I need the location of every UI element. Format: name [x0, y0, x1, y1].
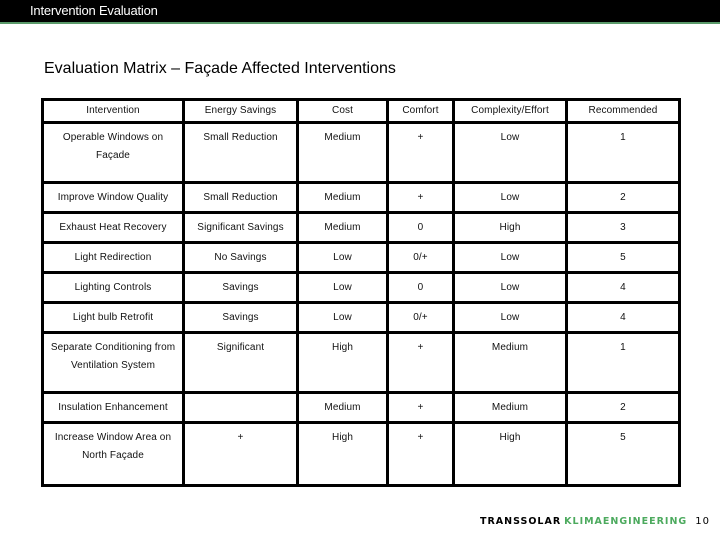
cell-cost: Low — [296, 301, 389, 334]
table-row: Improve Window Quality Small Reduction M… — [41, 181, 681, 214]
column-header-energy-savings: Energy Savings — [182, 98, 299, 124]
cell-cost: Medium — [296, 211, 389, 244]
cell-comfort: + — [386, 331, 455, 394]
cell-intervention: Improve Window Quality — [41, 181, 185, 214]
cell-intervention: Operable Windows on Façade — [41, 121, 185, 184]
cell-recommended: 5 — [565, 421, 681, 487]
cell-complexity: Medium — [452, 331, 568, 394]
cell-cost: Low — [296, 241, 389, 274]
cell-recommended: 2 — [565, 181, 681, 214]
cell-comfort: + — [386, 121, 455, 184]
cell-intervention: Light bulb Retrofit — [41, 301, 185, 334]
cell-energy-savings: Savings — [182, 301, 299, 334]
cell-cost: Medium — [296, 121, 389, 184]
cell-recommended: 3 — [565, 211, 681, 244]
header-title: Intervention Evaluation — [30, 3, 158, 18]
cell-comfort: + — [386, 391, 455, 424]
cell-complexity: Medium — [452, 391, 568, 424]
footer: TRANSSOLAR KLIMAENGINEERING 10 — [480, 516, 710, 527]
cell-energy-savings: Significant Savings — [182, 211, 299, 244]
cell-energy-savings: Savings — [182, 271, 299, 304]
cell-intervention: Insulation Enhancement — [41, 391, 185, 424]
cell-cost: High — [296, 421, 389, 487]
cell-comfort: 0 — [386, 211, 455, 244]
cell-complexity: Low — [452, 181, 568, 214]
cell-energy-savings: Significant — [182, 331, 299, 394]
cell-energy-savings: Small Reduction — [182, 121, 299, 184]
cell-intervention: Lighting Controls — [41, 271, 185, 304]
cell-energy-savings — [182, 391, 299, 424]
cell-comfort: + — [386, 181, 455, 214]
table-row: Exhaust Heat Recovery Significant Saving… — [41, 211, 681, 244]
cell-comfort: 0 — [386, 271, 455, 304]
cell-complexity: Low — [452, 271, 568, 304]
table-row: Insulation Enhancement Medium + Medium 2 — [41, 391, 681, 424]
table-row: Increase Window Area on North Façade + H… — [41, 421, 681, 487]
cell-cost: Medium — [296, 391, 389, 424]
table-row: Light Redirection No Savings Low 0/+ Low… — [41, 241, 681, 274]
brand-name-primary: TRANSSOLAR — [480, 516, 562, 527]
cell-recommended: 1 — [565, 331, 681, 394]
table-row: Lighting Controls Savings Low 0 Low 4 — [41, 271, 681, 304]
table-row: Operable Windows on Façade Small Reducti… — [41, 121, 681, 184]
evaluation-matrix-table: Intervention Energy Savings Cost Comfort… — [41, 98, 681, 487]
cell-intervention: Separate Conditioning from Ventilation S… — [41, 331, 185, 394]
cell-comfort: 0/+ — [386, 301, 455, 334]
cell-recommended: 4 — [565, 271, 681, 304]
cell-recommended: 4 — [565, 301, 681, 334]
table-row: Light bulb Retrofit Savings Low 0/+ Low … — [41, 301, 681, 334]
cell-complexity: High — [452, 211, 568, 244]
table-row: Separate Conditioning from Ventilation S… — [41, 331, 681, 394]
cell-complexity: High — [452, 421, 568, 487]
cell-intervention: Light Redirection — [41, 241, 185, 274]
cell-cost: High — [296, 331, 389, 394]
column-header-recommended: Recommended — [565, 98, 681, 124]
column-header-intervention: Intervention — [41, 98, 185, 124]
column-header-comfort: Comfort — [386, 98, 455, 124]
cell-complexity: Low — [452, 121, 568, 184]
column-header-complexity: Complexity/Effort — [452, 98, 568, 124]
cell-recommended: 1 — [565, 121, 681, 184]
cell-complexity: Low — [452, 301, 568, 334]
cell-energy-savings: No Savings — [182, 241, 299, 274]
page-title: Evaluation Matrix – Façade Affected Inte… — [44, 60, 396, 77]
cell-comfort: 0/+ — [386, 241, 455, 274]
brand-name-secondary: KLIMAENGINEERING — [564, 516, 688, 527]
cell-recommended: 2 — [565, 391, 681, 424]
cell-cost: Low — [296, 271, 389, 304]
cell-intervention: Increase Window Area on North Façade — [41, 421, 185, 487]
cell-complexity: Low — [452, 241, 568, 274]
page-number: 10 — [695, 516, 710, 527]
column-header-cost: Cost — [296, 98, 389, 124]
cell-energy-savings: + — [182, 421, 299, 487]
cell-recommended: 5 — [565, 241, 681, 274]
cell-intervention: Exhaust Heat Recovery — [41, 211, 185, 244]
cell-comfort: + — [386, 421, 455, 487]
header-bar: Intervention Evaluation — [0, 0, 720, 24]
cell-cost: Medium — [296, 181, 389, 214]
table-header-row: Intervention Energy Savings Cost Comfort… — [41, 98, 681, 124]
cell-energy-savings: Small Reduction — [182, 181, 299, 214]
